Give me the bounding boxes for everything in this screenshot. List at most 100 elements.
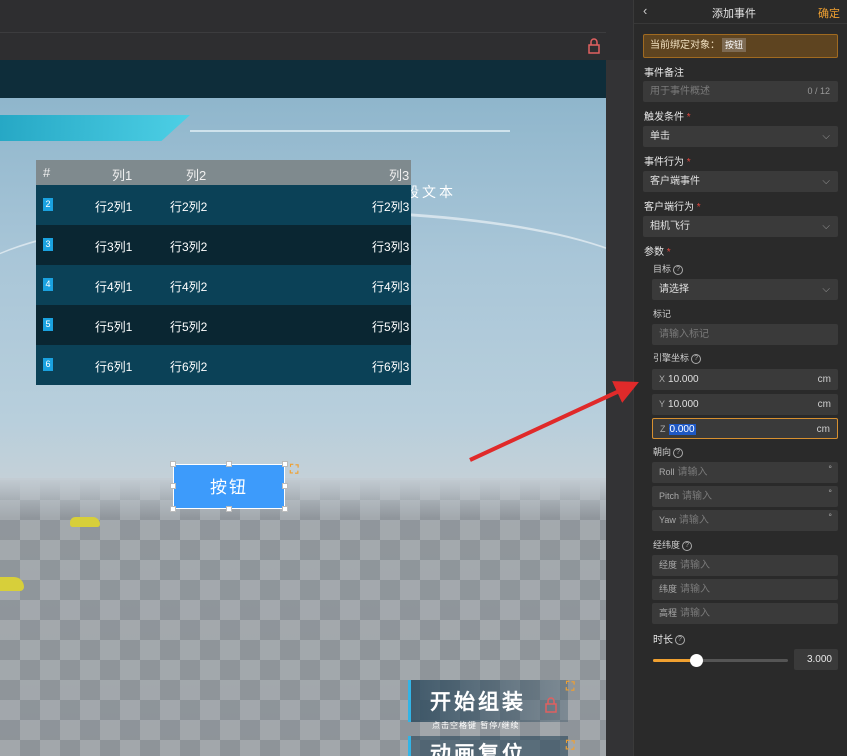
duration-slider[interactable]	[653, 654, 788, 667]
y-input[interactable]: Y 10.000 cm	[652, 394, 838, 415]
panel-title: 添加事件	[712, 8, 756, 20]
yaw-label: Yaw	[659, 515, 676, 525]
help-icon[interactable]: ?	[675, 635, 685, 646]
event-link-icon[interactable]: ⛶	[566, 679, 574, 694]
longitude-input[interactable]: 经度 请输入	[652, 555, 838, 576]
chevron-down-icon: ⌵	[822, 131, 830, 142]
yaw-placeholder: 请输入	[678, 515, 709, 526]
help-icon[interactable]: ?	[673, 447, 684, 458]
x-axis-label: X	[659, 374, 666, 384]
roll-label: Roll	[659, 467, 675, 477]
trigger-label: 触发条件 *	[644, 112, 691, 123]
row-index-badge: 6	[43, 358, 53, 371]
target-select[interactable]: 请选择 ⌵	[652, 279, 838, 300]
chevron-down-icon: ⌵	[822, 284, 830, 295]
chevron-down-icon: ⌵	[822, 221, 830, 232]
table-cell: 行2列3	[372, 200, 410, 214]
resize-handle[interactable]	[170, 461, 176, 467]
confirm-button[interactable]: 确定	[818, 5, 840, 21]
table-cell: 行6列3	[372, 360, 410, 374]
divider	[0, 32, 606, 33]
accent-bar	[408, 736, 411, 756]
scene-viewport[interactable]: 段文本 # 列1 列2 列3 2 行2列1 行2列2 行2列3 3 行3列1 行…	[0, 0, 633, 756]
table-cell: 行3列2	[170, 240, 208, 254]
scene-text-widget[interactable]: 段文本	[405, 182, 456, 202]
lonlat-label: 经纬度?	[653, 538, 693, 551]
trigger-value: 单击	[650, 131, 670, 142]
table-cell: 行5列3	[372, 320, 410, 334]
help-icon[interactable]: ?	[691, 353, 702, 364]
table-cell: 行3列3	[372, 240, 410, 254]
help-icon[interactable]: ?	[682, 540, 693, 551]
latitude-input[interactable]: 纬度 请输入	[652, 579, 838, 600]
degree-symbol: °	[828, 488, 832, 498]
start-assembly-title: 开始组装	[430, 691, 526, 714]
row-index-badge: 2	[43, 198, 53, 211]
resize-handle[interactable]	[170, 483, 176, 489]
resize-handle[interactable]	[170, 506, 176, 512]
table-cell: 行6列2	[170, 360, 208, 374]
orientation-label: 朝向?	[653, 445, 684, 458]
resize-handle[interactable]	[282, 483, 288, 489]
car-model	[0, 577, 24, 591]
table-row: 5 行5列1 行5列2 行5列3	[36, 305, 411, 345]
horizon	[0, 478, 606, 518]
roll-input[interactable]: Roll 请输入 °	[652, 462, 838, 483]
degree-symbol: °	[828, 464, 832, 474]
params-label: 参数 *	[644, 247, 671, 258]
remark-label: 事件备注	[644, 68, 684, 79]
table-cell: 行4列2	[170, 280, 208, 294]
behavior-value: 客户端事件	[650, 176, 700, 187]
add-event-panel: ‹ 添加事件 确定 当前绑定对象： 按钮 事件备注 用于事件概述 0 / 12 触发…	[633, 0, 847, 756]
scene-button-widget[interactable]: 按钮	[173, 464, 285, 509]
latitude-placeholder: 请输入	[680, 584, 711, 595]
accent-bar	[408, 680, 411, 722]
event-link-icon[interactable]: ⛶	[290, 462, 298, 477]
table-header: # 列1 列2 列3	[36, 160, 411, 186]
bound-object-banner: 当前绑定对象： 按钮	[643, 34, 838, 58]
table-header-cell: #	[43, 165, 51, 180]
y-axis-label: Y	[659, 399, 666, 409]
behavior-select[interactable]: 客户端事件 ⌵	[643, 171, 838, 192]
table-header-cell: 列1	[112, 168, 133, 183]
lock-icon[interactable]	[588, 38, 602, 54]
table-cell: 行4列3	[372, 280, 410, 294]
client-behavior-label: 客户端行为 *	[644, 202, 701, 213]
degree-symbol: °	[828, 512, 832, 522]
table-cell: 行5列2	[170, 320, 208, 334]
yaw-input[interactable]: Yaw 请输入 °	[652, 510, 838, 531]
remark-placeholder: 用于事件概述	[650, 86, 710, 97]
mark-label: 标记	[653, 309, 672, 319]
chevron-down-icon: ⌵	[822, 176, 830, 187]
pitch-placeholder: 请输入	[682, 491, 713, 502]
y-value: 10.000	[668, 399, 699, 410]
unit-label: cm	[817, 374, 831, 385]
x-input[interactable]: X 10.000 cm	[652, 369, 838, 390]
row-index-badge: 3	[43, 238, 53, 251]
event-link-icon[interactable]: ⛶	[566, 738, 574, 753]
altitude-input[interactable]: 高程 请输入	[652, 603, 838, 624]
scene-table[interactable]: # 列1 列2 列3 2 行2列1 行2列2 行2列3 3 行3列1 行3列2 …	[36, 160, 411, 385]
resize-handle[interactable]	[226, 506, 232, 512]
mark-input[interactable]: 请输入标记	[652, 324, 838, 345]
table-row: 4 行4列1 行4列2 行4列3	[36, 265, 411, 305]
slider-thumb[interactable]	[690, 654, 704, 667]
pitch-input[interactable]: Pitch 请输入 °	[652, 486, 838, 507]
help-icon[interactable]: ?	[673, 264, 684, 275]
table-cell: 行4列1	[95, 280, 133, 294]
mark-placeholder: 请输入标记	[659, 329, 709, 340]
lock-icon[interactable]	[545, 697, 557, 716]
table-row: 3 行3列1 行3列2 行3列3	[36, 225, 411, 265]
client-behavior-select[interactable]: 相机飞行 ⌵	[643, 216, 838, 237]
z-input[interactable]: Z 0.000 cm	[652, 418, 838, 439]
trigger-select[interactable]: 单击 ⌵	[643, 126, 838, 147]
duration-input[interactable]: 3.000	[794, 649, 838, 670]
engine-coord-label: 引擎坐标?	[653, 351, 702, 364]
remark-input[interactable]: 用于事件概述 0 / 12	[643, 81, 838, 102]
resize-handle[interactable]	[282, 506, 288, 512]
unit-label: cm	[817, 399, 831, 410]
resize-handle[interactable]	[226, 461, 232, 467]
hud-line	[190, 130, 510, 132]
resize-handle[interactable]	[282, 461, 288, 467]
behavior-label: 事件行为 *	[644, 157, 691, 168]
